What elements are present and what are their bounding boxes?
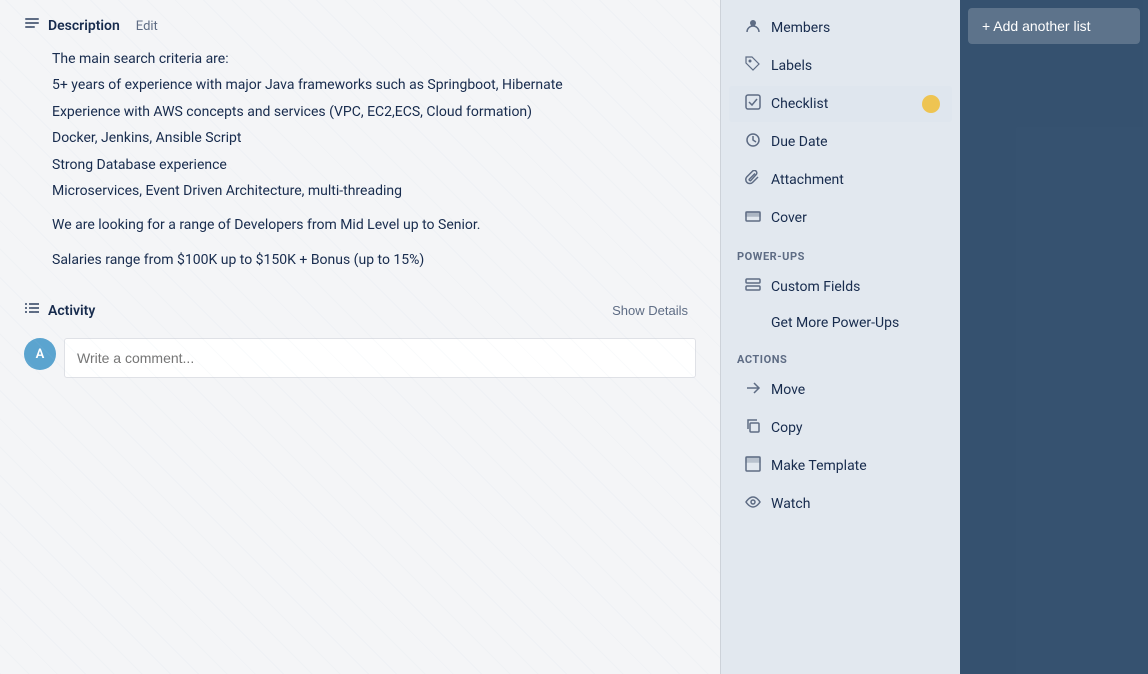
sidebar-attachment-label: Attachment [771,172,844,188]
fields-icon [745,277,761,297]
sidebar-panel: Members Labels Checklist [720,0,960,674]
sidebar-item-cover[interactable]: Cover [729,200,952,236]
sidebar-item-get-more-power-ups[interactable]: Get More Power-Ups [729,307,952,339]
show-details-button[interactable]: Show Details [604,299,696,322]
sidebar-copy-label: Copy [771,420,803,436]
sidebar-item-watch[interactable]: Watch [729,486,952,522]
description-edit-link[interactable]: Edit [136,19,158,34]
description-icon [24,16,40,36]
desc-line-2: 5+ years of experience with major Java f… [52,74,696,96]
sidebar-due-date-label: Due Date [771,134,828,150]
desc-line-6: Microservices, Event Driven Architecture… [52,180,696,202]
paperclip-icon [745,170,761,190]
checklist-icon [745,94,761,114]
sidebar-make-template-label: Make Template [771,458,867,474]
copy-icon [745,418,761,438]
desc-line-8: Salaries range from $100K up to $150K + … [52,249,696,271]
add-another-list-button[interactable]: + Add another list [968,8,1140,44]
sidebar-item-copy[interactable]: Copy [729,410,952,446]
sidebar-get-more-label: Get More Power-Ups [745,315,899,331]
activity-title: Activity [48,303,95,319]
desc-line-4: Docker, Jenkins, Ansible Script [52,127,696,149]
sidebar-item-due-date[interactable]: Due Date [729,124,952,160]
activity-icon [24,301,40,321]
tag-icon [745,56,761,76]
person-icon [745,18,761,38]
sidebar-labels-label: Labels [771,58,812,74]
description-header: Description Edit [24,16,696,36]
sidebar-cover-label: Cover [771,210,807,226]
power-ups-section-label: POWER-UPS [721,238,960,267]
sidebar-move-label: Move [771,382,805,398]
sidebar-item-labels[interactable]: Labels [729,48,952,84]
comment-area: A [24,338,696,378]
clock-icon [745,132,761,152]
sidebar-watch-label: Watch [771,496,810,512]
desc-line-3: Experience with AWS concepts and service… [52,101,696,123]
cover-icon [745,208,761,228]
description-body: The main search criteria are: 5+ years o… [24,48,696,271]
main-card-panel: Description Edit The main search criteri… [0,0,720,674]
sidebar-members-label: Members [771,20,830,36]
desc-line-5: Strong Database experience [52,154,696,176]
sidebar-item-move[interactable]: Move [729,372,952,408]
desc-line-1: The main search criteria are: [52,48,696,70]
comment-input[interactable] [64,338,696,378]
description-title: Description [48,18,120,34]
sidebar-item-members[interactable]: Members [729,10,952,46]
cursor-indicator [922,95,940,113]
template-icon [745,456,761,476]
sidebar-item-checklist[interactable]: Checklist [729,86,952,122]
sidebar-item-make-template[interactable]: Make Template [729,448,952,484]
desc-line-7: We are looking for a range of Developers… [52,214,696,236]
sidebar-item-custom-fields[interactable]: Custom Fields [729,269,952,305]
arrow-icon [745,380,761,400]
sidebar-custom-fields-label: Custom Fields [771,279,860,295]
activity-title-group: Activity [24,301,95,321]
activity-section: Activity Show Details A [24,299,696,378]
avatar: A [24,338,56,370]
eye-icon [745,494,761,514]
activity-header: Activity Show Details [24,299,696,322]
sidebar-item-attachment[interactable]: Attachment [729,162,952,198]
actions-section-label: ACTIONS [721,341,960,370]
sidebar-checklist-label: Checklist [771,96,828,112]
add-list-panel: + Add another list [960,0,1148,674]
